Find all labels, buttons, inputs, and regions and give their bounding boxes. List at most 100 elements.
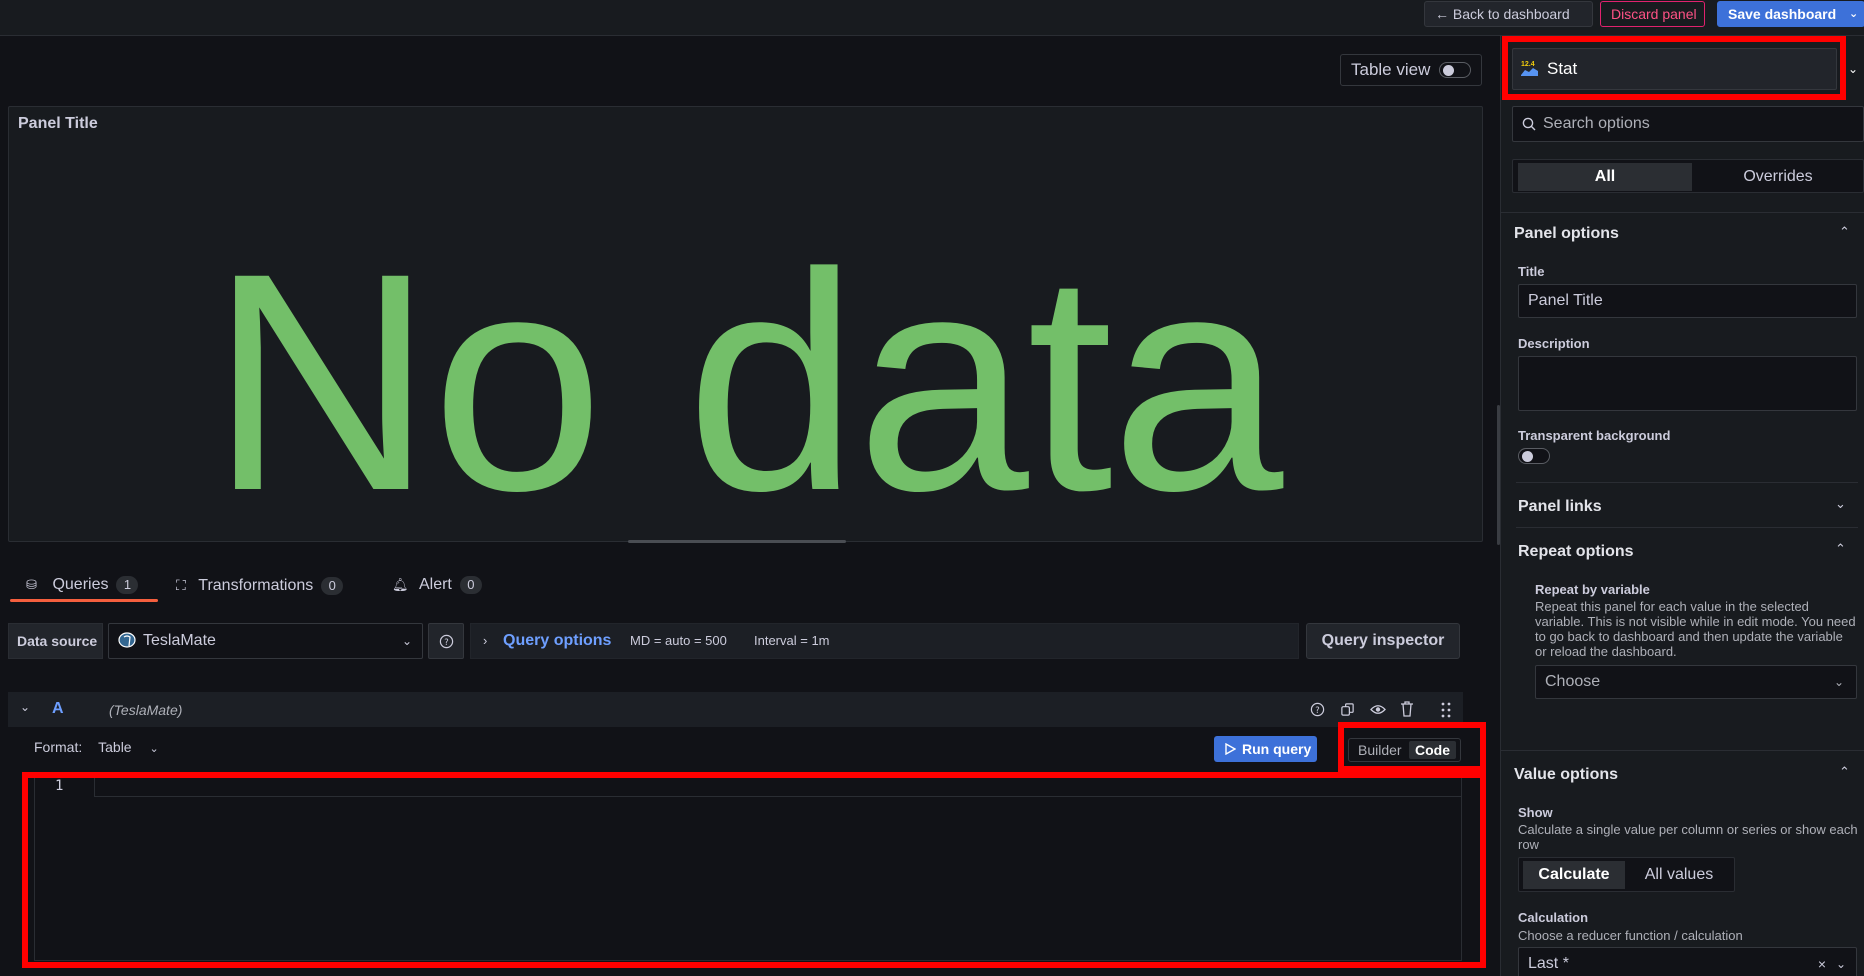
panel-resize-handle[interactable] <box>628 540 846 543</box>
show-mode-toggle: Calculate All values <box>1518 857 1735 892</box>
chevron-down-icon[interactable]: ⌄ <box>1836 948 1846 976</box>
discard-panel-button[interactable]: Discard panel <box>1600 1 1705 27</box>
chevron-up-icon[interactable]: ⌃ <box>1839 764 1850 780</box>
tab-alert[interactable]: 🔔︎ Alert 0 <box>392 571 482 607</box>
table-view-label: Table view <box>1351 60 1431 79</box>
code-mode-button[interactable]: Code <box>1409 741 1456 759</box>
panel-options-header[interactable]: Panel options <box>1514 225 1619 243</box>
repeat-options-header[interactable]: Repeat options <box>1518 543 1634 561</box>
description-textarea[interactable] <box>1518 356 1857 411</box>
play-icon <box>1225 743 1236 755</box>
calculation-field-description: Choose a reducer function / calculation <box>1518 928 1743 943</box>
tab-alert-label: Alert <box>418 576 452 593</box>
copy-icon[interactable] <box>1340 702 1355 717</box>
question-circle-icon[interactable]: ? <box>1310 702 1325 717</box>
data-source-select[interactable]: TeslaMate ⌄ <box>108 623 423 659</box>
description-field-label: Description <box>1518 336 1590 351</box>
query-datasource-name: (TeslaMate) <box>109 702 183 718</box>
divider <box>1516 482 1858 483</box>
data-source-label: Data source <box>8 623 103 659</box>
no-data-text: No data <box>209 208 1284 555</box>
arrow-left-icon: ← <box>1435 6 1449 22</box>
clear-icon[interactable]: × <box>1818 948 1826 976</box>
panel-title: Panel Title <box>18 115 98 132</box>
scrollbar-thumb[interactable] <box>1497 405 1500 545</box>
discard-panel-label: Discard panel <box>1611 6 1697 22</box>
calculation-field-label: Calculation <box>1518 910 1589 925</box>
data-source-help-button[interactable]: ? <box>428 623 464 659</box>
chevron-right-icon: › <box>483 633 488 648</box>
run-query-button[interactable]: Run query <box>1214 736 1317 762</box>
save-dashboard-label: Save dashboard <box>1728 6 1837 22</box>
query-options-bar[interactable]: › Query options MD = auto = 500 Interval… <box>470 623 1299 659</box>
builder-mode-button[interactable]: Builder <box>1352 741 1408 759</box>
chevron-up-icon[interactable]: ⌃ <box>1839 224 1850 240</box>
repeat-by-variable-description: Repeat this panel for each value in the … <box>1535 599 1856 659</box>
search-icon <box>1522 117 1536 131</box>
tab-all-options[interactable]: All <box>1518 163 1692 191</box>
search-placeholder: Search options <box>1543 115 1650 132</box>
format-selector[interactable]: Format: Table ⌄ <box>34 739 159 755</box>
alert-count-badge: 0 <box>459 576 482 594</box>
database-icon: ⛁ <box>26 577 37 592</box>
tab-transformations[interactable]: ⛶ Transformations 0 <box>176 571 344 607</box>
show-calculate-option[interactable]: Calculate <box>1523 861 1625 889</box>
show-field-description: Calculate a single value per column or s… <box>1518 822 1858 852</box>
title-input[interactable]: Panel Title <box>1518 284 1857 318</box>
table-view-toggle[interactable]: Table view <box>1340 54 1482 86</box>
builder-code-toggle: Builder Code <box>1348 738 1461 762</box>
calculation-select[interactable]: Last * × ⌄ <box>1518 947 1857 976</box>
queries-count-badge: 1 <box>116 576 139 594</box>
data-source-value: TeslaMate <box>143 632 216 649</box>
format-value: Table <box>98 739 132 755</box>
question-circle-icon: ? <box>439 634 454 649</box>
transparent-background-label: Transparent background <box>1518 428 1671 443</box>
drag-handle-icon[interactable] <box>1441 702 1451 718</box>
line-number: 1 <box>55 778 64 794</box>
visualization-name: Stat <box>1547 59 1578 78</box>
show-field-label: Show <box>1518 805 1553 820</box>
search-options-input[interactable]: Search options <box>1512 106 1864 142</box>
chevron-down-icon[interactable]: ⌄ <box>1835 496 1846 512</box>
interval-text: Interval = 1m <box>754 633 830 648</box>
transparent-background-switch[interactable] <box>1518 448 1550 464</box>
tab-transformations-label: Transformations <box>198 577 314 594</box>
repeat-variable-select[interactable]: Choose ⌄ <box>1535 665 1857 699</box>
trash-icon[interactable] <box>1400 701 1414 717</box>
save-dashboard-button[interactable]: Save dashboard ⌄ <box>1717 1 1864 27</box>
stat-viz-icon: 12.4 <box>1521 61 1538 76</box>
max-data-points-text: MD = auto = 500 <box>630 633 727 648</box>
sql-code-editor[interactable]: 1 <box>34 777 1462 961</box>
transform-icon: ⛶ <box>176 577 186 593</box>
chevron-down-icon: ⌄ <box>149 743 159 755</box>
active-tab-indicator <box>10 599 158 602</box>
query-inspector-button[interactable]: Query inspector <box>1306 623 1460 659</box>
visualization-picker[interactable]: 12.4 Stat ⌄ <box>1512 48 1858 90</box>
repeat-by-variable-label: Repeat by variable <box>1535 582 1650 597</box>
table-view-switch[interactable] <box>1439 62 1471 78</box>
chevron-down-icon[interactable]: ⌄ <box>1848 49 1858 89</box>
bell-icon: 🔔︎ <box>392 577 409 592</box>
tab-overrides[interactable]: Overrides <box>1698 163 1858 191</box>
query-ref-id[interactable]: A <box>52 700 64 718</box>
svg-text:?: ? <box>444 637 448 647</box>
panel-preview: Panel Title No data <box>8 106 1483 542</box>
value-options-header[interactable]: Value options <box>1514 766 1618 784</box>
chevron-down-icon[interactable]: ⌄ <box>1849 2 1858 26</box>
svg-text:?: ? <box>1315 705 1319 715</box>
title-field-label: Title <box>1518 264 1545 279</box>
chevron-up-icon[interactable]: ⌃ <box>1835 541 1846 557</box>
query-options-label[interactable]: Query options <box>503 624 611 658</box>
collapse-chevron-icon[interactable]: ⌄ <box>20 700 30 714</box>
query-row-header: ⌄ A (TeslaMate) ? <box>8 692 1463 727</box>
format-label: Format: <box>34 739 83 755</box>
eye-icon[interactable] <box>1370 703 1386 716</box>
divider <box>1516 527 1858 528</box>
editor-current-line[interactable] <box>94 777 1462 797</box>
divider <box>1500 750 1864 751</box>
panel-links-header[interactable]: Panel links <box>1518 498 1602 516</box>
back-to-dashboard-button[interactable]: ← Back to dashboard <box>1424 1 1593 27</box>
options-filter-tabs: All Overrides <box>1512 159 1864 193</box>
show-all-values-option[interactable]: All values <box>1629 861 1729 889</box>
tab-queries-label: Queries <box>52 576 109 593</box>
